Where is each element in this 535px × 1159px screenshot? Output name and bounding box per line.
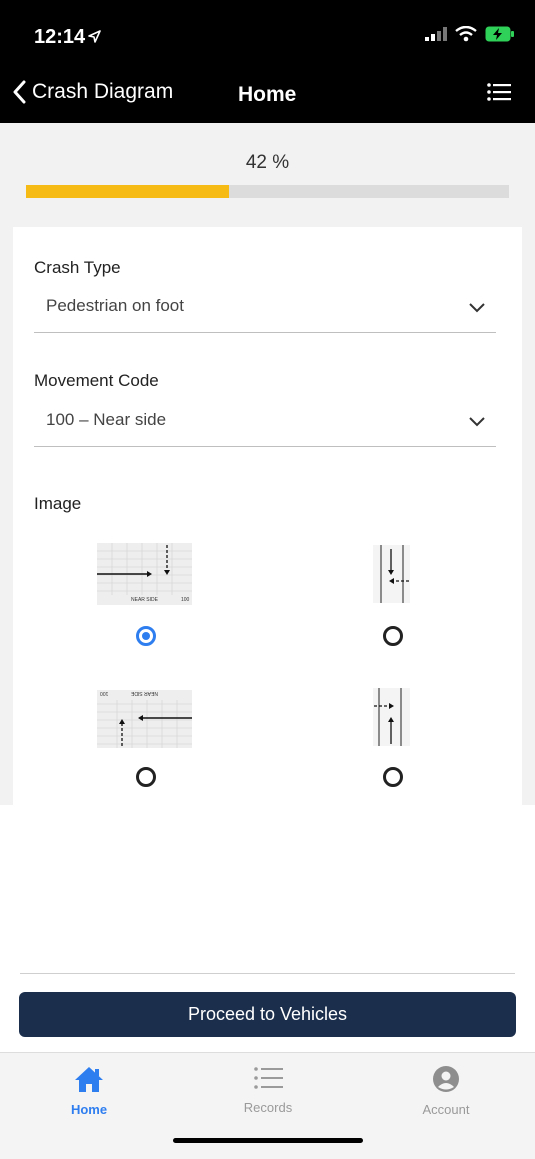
image-option-2[interactable] <box>373 545 410 603</box>
tab-home-label: Home <box>70 1102 108 1117</box>
chevron-left-icon <box>13 80 26 104</box>
near-side-rotated-diagram <box>97 700 192 748</box>
movement-code-select[interactable]: 100 – Near side <box>34 405 496 447</box>
progress-fill <box>26 185 229 198</box>
page-title: Home <box>238 83 297 106</box>
location-arrow-icon <box>88 30 101 43</box>
back-label: Crash Diagram <box>32 80 174 103</box>
divider <box>20 973 515 974</box>
home-icon <box>75 1067 103 1092</box>
movement-code-value: 100 – Near side <box>46 410 167 429</box>
list-icon <box>254 1067 283 1089</box>
tab-records[interactable]: Records <box>218 1065 318 1115</box>
status-time: 12:14 <box>34 26 86 48</box>
proceed-to-vehicles-button[interactable]: Proceed to Vehicles <box>19 992 516 1037</box>
image-option-3-caption-right: NEAR SIDE <box>131 690 158 696</box>
progress-bar <box>26 185 509 198</box>
account-icon <box>433 1066 459 1092</box>
chevron-down-icon <box>469 303 485 313</box>
near-side-vertical-rotated-diagram <box>373 688 410 746</box>
tab-account-label: Account <box>422 1102 470 1117</box>
battery-charging-icon <box>485 26 514 42</box>
nav-bar: Crash Diagram Home <box>0 68 535 123</box>
image-option-4-radio[interactable] <box>383 767 403 787</box>
movement-code-label: Movement Code <box>34 371 159 390</box>
progress-label: 42 % <box>245 152 290 173</box>
image-option-1-radio[interactable] <box>136 626 156 646</box>
image-option-3[interactable]: 100 NEAR SIDE <box>97 690 192 748</box>
status-icons <box>425 26 515 42</box>
back-button[interactable]: Crash Diagram <box>12 80 173 104</box>
tab-records-label: Records <box>243 1100 293 1115</box>
chevron-down-icon <box>469 417 485 427</box>
menu-button[interactable] <box>487 82 511 107</box>
tab-account[interactable]: Account <box>396 1065 496 1117</box>
image-label: Image <box>34 494 82 513</box>
image-option-3-radio[interactable] <box>136 767 156 787</box>
tab-home[interactable]: Home <box>39 1065 139 1117</box>
near-side-diagram <box>97 543 192 595</box>
image-option-2-radio[interactable] <box>383 626 403 646</box>
image-option-1-caption-right: 100 <box>181 597 190 603</box>
home-indicator <box>173 1138 363 1143</box>
crash-type-label: Crash Type <box>34 258 121 277</box>
image-option-3-caption-left: 100 <box>100 690 109 696</box>
crash-type-select[interactable]: Pedestrian on foot <box>34 291 496 333</box>
crash-type-value: Pedestrian on foot <box>46 296 184 315</box>
wifi-icon <box>455 26 477 42</box>
image-option-1[interactable]: NEAR SIDE 100 <box>97 543 192 605</box>
list-menu-icon <box>487 83 511 101</box>
image-option-1-caption-left: NEAR SIDE <box>131 597 158 603</box>
near-side-vertical-diagram <box>373 545 410 603</box>
image-option-4[interactable] <box>373 688 410 746</box>
signal-icon <box>425 27 447 41</box>
status-bar: 12:14 <box>0 0 535 68</box>
